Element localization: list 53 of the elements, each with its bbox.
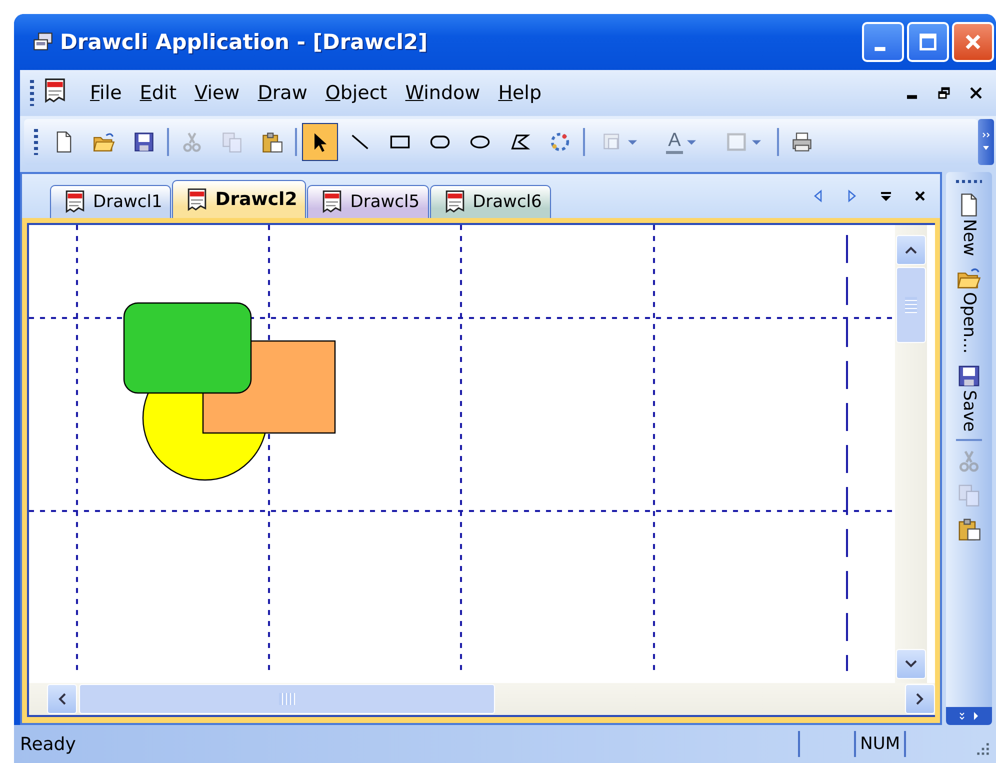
menu-item[interactable]: File xyxy=(82,78,130,108)
document-tab[interactable]: Drawcl6 xyxy=(430,185,551,218)
document-tab[interactable]: Drawcl5 xyxy=(307,185,429,218)
arrow-icon xyxy=(813,189,823,203)
status-message: Ready xyxy=(20,734,77,754)
menu-item[interactable]: Draw xyxy=(250,78,316,108)
grip-icon[interactable] xyxy=(34,129,38,155)
menu-item[interactable]: Edit xyxy=(132,78,185,108)
menu-item[interactable]: View xyxy=(186,78,248,108)
scissors-icon xyxy=(181,131,203,153)
folder-icon xyxy=(957,266,981,290)
printer-icon xyxy=(791,131,813,153)
toolbar-options-button[interactable] xyxy=(978,119,994,165)
dotted-circle-icon xyxy=(549,131,571,153)
document-icon[interactable] xyxy=(42,78,68,104)
clipboard-icon xyxy=(957,517,981,542)
pointer-tool-button[interactable] xyxy=(302,123,338,161)
window-title: Drawcli Application - [Drawcl2] xyxy=(60,30,429,54)
grip-icon[interactable] xyxy=(30,80,34,106)
page-button[interactable]: New xyxy=(951,191,987,258)
scroll-up-button[interactable] xyxy=(896,235,926,265)
document-tab[interactable]: Drawcl2 xyxy=(172,180,306,218)
floppy-disk-button[interactable]: Save xyxy=(951,362,987,434)
toolbar-options-button[interactable] xyxy=(946,707,992,725)
copy-icon xyxy=(221,131,243,153)
folder-button[interactable]: Open... xyxy=(951,264,987,356)
minimize-icon xyxy=(874,47,886,51)
folder-icon xyxy=(93,131,115,153)
close-icon xyxy=(969,86,983,100)
restore-icon xyxy=(937,86,951,100)
menu-item[interactable]: Window xyxy=(397,78,488,108)
scroll-thumb[interactable] xyxy=(896,267,926,343)
horizontal-scrollbar[interactable] xyxy=(29,683,935,715)
maximize-button[interactable] xyxy=(907,22,949,62)
document-tab[interactable]: Drawcl1 xyxy=(50,185,172,218)
copy-icon xyxy=(957,483,981,508)
document-icon xyxy=(63,190,87,214)
scroll-thumb[interactable] xyxy=(79,684,495,714)
scroll-right-button[interactable] xyxy=(905,684,935,714)
menu-item[interactable]: Object xyxy=(317,78,396,108)
clipboard-icon xyxy=(261,131,283,153)
scroll-left-button[interactable] xyxy=(47,684,77,714)
scroll-down-button[interactable] xyxy=(896,649,926,679)
square-icon xyxy=(726,131,748,153)
menu-item[interactable]: Help xyxy=(490,78,550,108)
app-icon xyxy=(32,32,54,52)
minimize-icon xyxy=(907,95,917,99)
arrow-icon xyxy=(847,189,857,203)
grip-icon[interactable] xyxy=(956,180,982,183)
num-lock-indicator: NUM xyxy=(854,731,906,757)
vertical-scrollbar[interactable] xyxy=(895,225,927,683)
resize-grip-icon[interactable] xyxy=(976,742,990,756)
scissors-icon xyxy=(957,449,981,474)
